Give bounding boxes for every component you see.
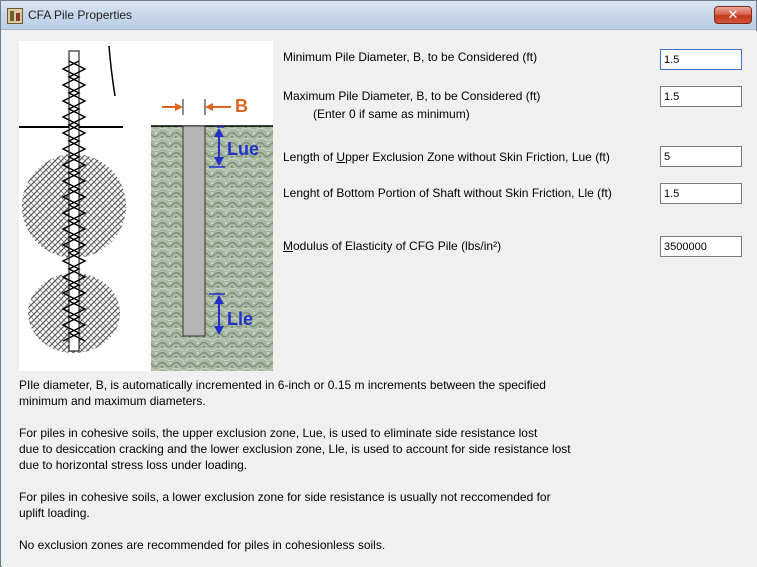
- note-cohesionless: No exclusion zones are recommended for p…: [19, 538, 386, 552]
- lower-zone-lle-label: Lle: [227, 309, 254, 329]
- auger-illustration: [19, 45, 126, 353]
- modulus-label: Modulus of Elasticity of CFG Pile (lbs/i…: [283, 239, 502, 253]
- note-uplift: For piles in cohesive soils, a lower exc…: [19, 490, 551, 520]
- upper-exclusion-input[interactable]: [660, 146, 742, 167]
- window-title: CFA Pile Properties: [28, 8, 133, 22]
- pile-diagram: B Lue Lle: [19, 41, 273, 371]
- cfa-pile-properties-window: CFA Pile Properties ✕ B Lue Lle Minimum …: [0, 0, 757, 567]
- bottom-portion-label: Lenght of Bottom Portion of Shaft withou…: [283, 186, 612, 200]
- upper-exclusion-label: Length of Upper Exclusion Zone without S…: [283, 150, 610, 164]
- title-bar[interactable]: CFA Pile Properties ✕: [1, 1, 756, 30]
- min-diameter-label: Minimum Pile Diameter, B, to be Consider…: [283, 50, 538, 64]
- diameter-b-label: B: [235, 96, 248, 116]
- close-button[interactable]: ✕: [714, 6, 752, 24]
- upper-zone-lue-label: Lue: [227, 139, 260, 159]
- bottom-portion-input[interactable]: [660, 183, 742, 204]
- note-cohesive-exclusion: For piles in cohesive soils, the upper e…: [19, 426, 571, 472]
- note-diameter-increment: PIle diameter, B, is automatically incre…: [19, 378, 546, 408]
- max-diameter-hint: (Enter 0 if same as minimum): [313, 107, 470, 121]
- modulus-input[interactable]: [660, 236, 742, 257]
- max-diameter-label: Maximum Pile Diameter, B, to be Consider…: [283, 89, 541, 103]
- dialog-body: B Lue Lle Minimum Pile Diameter, B, to b…: [2, 31, 757, 567]
- max-diameter-input[interactable]: [660, 86, 742, 107]
- app-icon: [7, 8, 23, 24]
- min-diameter-input[interactable]: [660, 49, 742, 70]
